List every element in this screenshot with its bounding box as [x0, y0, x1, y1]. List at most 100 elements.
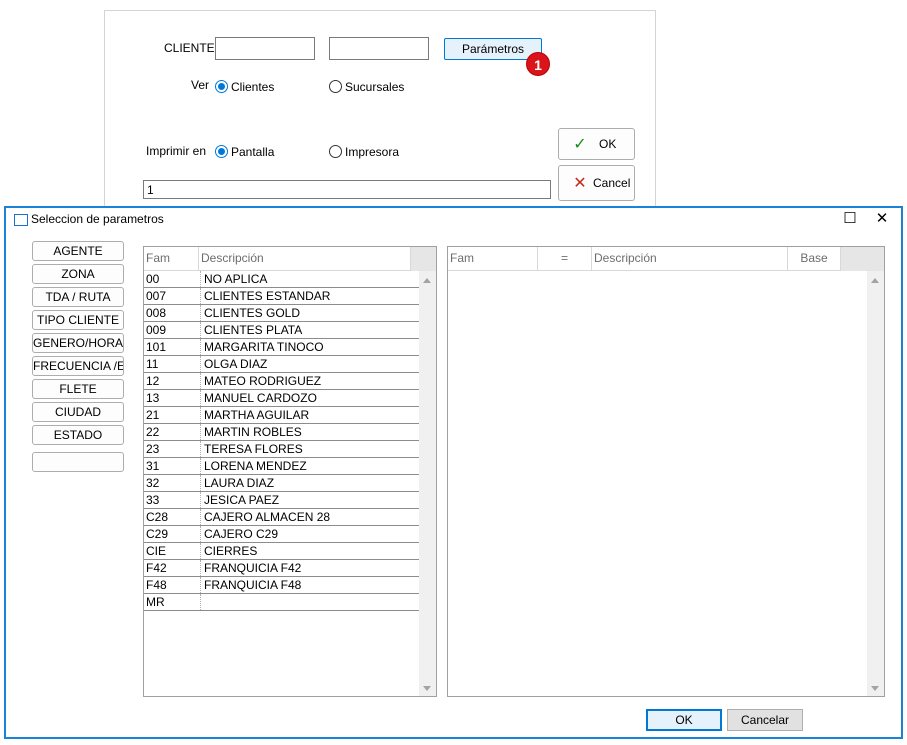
ok-button[interactable]: ✓ OK	[558, 128, 635, 160]
table-row[interactable]: 11 OLGA DIAZ	[144, 356, 420, 373]
table-row[interactable]: F48 FRANQUICIA F48	[144, 577, 420, 594]
descripcion-cell: MATEO RODRIGUEZ	[200, 373, 418, 389]
category-tipo-cliente-button[interactable]: TIPO CLIENTE	[32, 310, 124, 330]
table-row[interactable]: 21 MARTHA AGUILAR	[144, 407, 420, 424]
category-frecuencia-edad-button[interactable]: FRECUENCIA /EDAD	[32, 356, 124, 376]
check-icon: ✓	[573, 136, 587, 153]
family-grid[interactable]: Fam Descripción 00 NO APLICA 007 CLIENTES E…	[143, 246, 437, 697]
dialog-title: Seleccion de parametros	[31, 212, 164, 226]
ok-button-label: OK	[599, 137, 617, 151]
scroll-up-icon[interactable]	[423, 278, 431, 283]
category-estado-button[interactable]: ESTADO	[32, 425, 124, 445]
imprimir-impresora-radio[interactable]	[329, 145, 342, 158]
fam-cell: 32	[146, 476, 160, 490]
fam-cell: 21	[146, 408, 160, 422]
ver-sucursales-radio[interactable]	[329, 80, 342, 93]
column-header-descripcion[interactable]: Descripción	[199, 247, 411, 271]
selected-grid[interactable]: Fam = Descripción Base	[447, 246, 885, 697]
fam-cell: 13	[146, 391, 160, 405]
category-ciudad-button[interactable]: CIUDAD	[32, 402, 124, 422]
fam-cell: F48	[146, 578, 167, 592]
descripcion-cell: CLIENTES GOLD	[200, 305, 418, 321]
header-filler	[841, 247, 884, 271]
fam-cell: 22	[146, 425, 160, 439]
descripcion-cell	[200, 594, 418, 610]
fam-cell: 007	[146, 289, 167, 303]
descripcion-cell: MARTHA AGUILAR	[200, 407, 418, 423]
cliente-label: CLIENTE	[164, 41, 215, 55]
cancel-button[interactable]: ✕ Cancel	[558, 165, 635, 201]
table-row[interactable]: F42 FRANQUICIA F42	[144, 560, 420, 577]
table-row[interactable]: CIE CIERRES	[144, 543, 420, 560]
category-genero-horario-button[interactable]: GENERO/HORARIO	[32, 333, 124, 353]
fam-cell: F42	[146, 561, 167, 575]
fam-cell: C29	[146, 527, 169, 541]
fam-cell: 12	[146, 374, 160, 388]
cliente-from-input[interactable]	[215, 37, 315, 60]
table-row[interactable]: 22 MARTIN ROBLES	[144, 424, 420, 441]
fam-cell: 23	[146, 442, 160, 456]
category-tda-ruta-button[interactable]: TDA / RUTA	[32, 287, 124, 307]
imprimir-label: Imprimir en	[146, 144, 207, 158]
table-row[interactable]: 00 NO APLICA	[144, 271, 420, 288]
descripcion-cell: MANUEL CARDOZO	[200, 390, 418, 406]
table-row[interactable]: 32 LAURA DIAZ	[144, 475, 420, 492]
step-badge: 1	[526, 52, 550, 76]
cliente-to-input[interactable]	[329, 37, 429, 60]
table-row[interactable]: 23 TERESA FLORES	[144, 441, 420, 458]
ver-clientes-label: Clientes	[231, 80, 275, 94]
descripcion-cell: OLGA DIAZ	[200, 356, 418, 372]
table-row[interactable]: 007 CLIENTES ESTANDAR	[144, 288, 420, 305]
table-row[interactable]: C29 CAJERO C29	[144, 526, 420, 543]
dialog-ok-button[interactable]: OK	[646, 709, 722, 731]
window-icon	[14, 214, 28, 226]
descripcion-cell: TERESA FLORES	[200, 441, 418, 457]
fam-cell: 009	[146, 323, 167, 337]
column-header-descripcion[interactable]: Descripción	[592, 247, 788, 271]
table-row[interactable]: 12 MATEO RODRIGUEZ	[144, 373, 420, 390]
maximize-icon[interactable]: ☐	[840, 209, 860, 227]
column-header-equals[interactable]: =	[538, 247, 592, 271]
ver-clientes-radio[interactable]	[215, 80, 228, 93]
table-row[interactable]: 008 CLIENTES GOLD	[144, 305, 420, 322]
selected-grid-scrollbar[interactable]	[867, 271, 884, 696]
dialog-cancel-button[interactable]: Cancelar	[727, 709, 803, 731]
descripcion-cell: MARGARITA TINOCO	[200, 339, 418, 355]
ver-label: Ver	[191, 78, 210, 92]
table-row[interactable]: 31 LORENA MENDEZ	[144, 458, 420, 475]
column-header-fam[interactable]: Fam	[448, 247, 538, 271]
table-row[interactable]: MR	[144, 594, 420, 611]
scroll-down-icon[interactable]	[423, 686, 431, 691]
descripcion-cell: FRANQUICIA F42	[200, 560, 418, 576]
x-icon: ✕	[573, 175, 587, 192]
descripcion-cell: CAJERO C29	[200, 526, 418, 542]
imprimir-pantalla-radio[interactable]	[215, 145, 228, 158]
category-flete-button[interactable]: FLETE	[32, 379, 124, 399]
table-row[interactable]: 009 CLIENTES PLATA	[144, 322, 420, 339]
column-header-base[interactable]: Base	[788, 247, 841, 271]
fam-cell: 11	[146, 357, 159, 371]
copies-input[interactable]	[143, 180, 551, 199]
family-grid-header: Fam Descripción	[144, 247, 436, 271]
ver-sucursales-label: Sucursales	[345, 80, 405, 94]
column-header-fam[interactable]: Fam	[144, 247, 199, 271]
table-row[interactable]: C28 CAJERO ALMACEN 28	[144, 509, 420, 526]
scroll-up-icon[interactable]	[871, 278, 879, 283]
category-empty-button[interactable]	[32, 452, 124, 472]
imprimir-impresora-label: Impresora	[345, 145, 400, 159]
descripcion-cell: JESICA PAEZ	[200, 492, 418, 508]
cancel-button-label: Cancel	[593, 176, 631, 190]
category-agente-button[interactable]: AGENTE	[32, 241, 124, 261]
scroll-down-icon[interactable]	[871, 686, 879, 691]
table-row[interactable]: 33 JESICA PAEZ	[144, 492, 420, 509]
descripcion-cell: MARTIN ROBLES	[200, 424, 418, 440]
family-grid-scrollbar[interactable]	[419, 271, 436, 696]
fam-cell: CIE	[146, 544, 167, 558]
table-row[interactable]: 13 MANUEL CARDOZO	[144, 390, 420, 407]
fam-cell: 33	[146, 493, 160, 507]
close-icon[interactable]: ✕	[872, 209, 892, 227]
fam-cell: 008	[146, 306, 167, 320]
descripcion-cell: CAJERO ALMACEN 28	[200, 509, 418, 525]
table-row[interactable]: 101 MARGARITA TINOCO	[144, 339, 420, 356]
category-zona-button[interactable]: ZONA	[32, 264, 124, 284]
